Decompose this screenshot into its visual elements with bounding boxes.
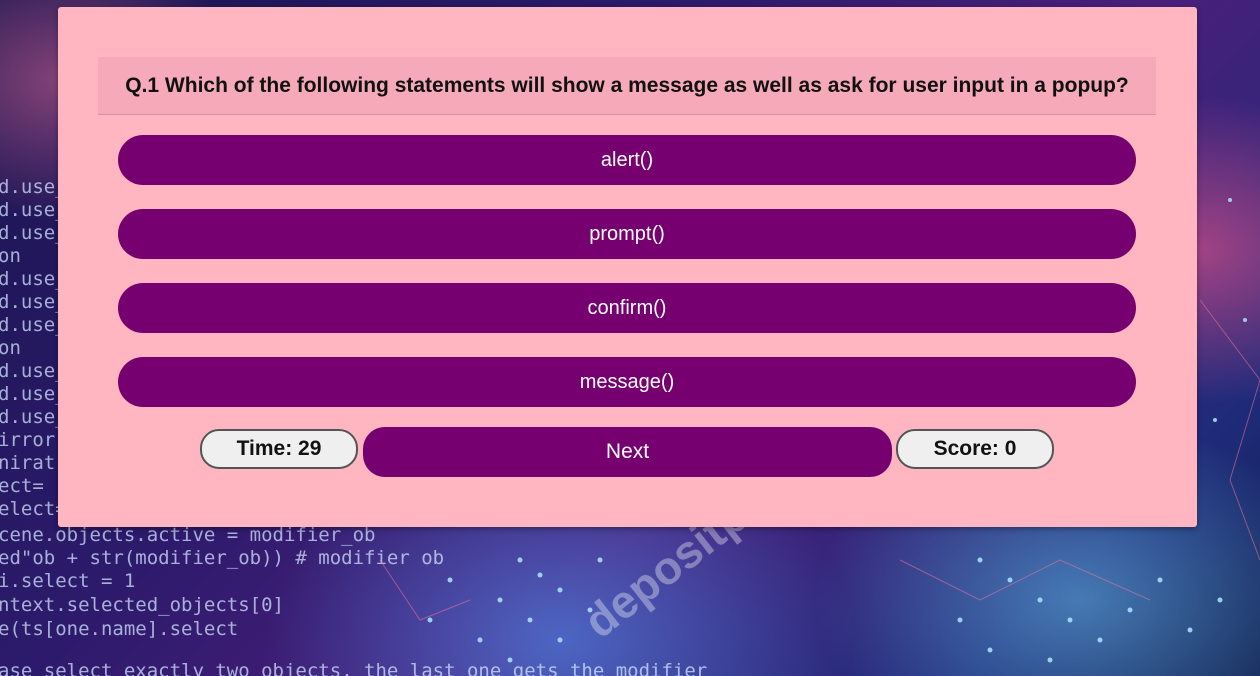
question-header: Q.1 Which of the following statements wi…	[98, 57, 1156, 115]
quiz-card: Q.1 Which of the following statements wi…	[58, 7, 1197, 527]
option-button-message[interactable]: message()	[118, 357, 1136, 407]
option-button-confirm[interactable]: confirm()	[118, 283, 1136, 333]
question-text: Q.1 Which of the following statements wi…	[125, 73, 1129, 97]
timer-display: Time: 29	[200, 429, 358, 469]
next-button[interactable]: Next	[363, 427, 892, 477]
option-button-prompt[interactable]: prompt()	[118, 209, 1136, 259]
score-display: Score: 0	[896, 429, 1054, 469]
option-button-alert[interactable]: alert()	[118, 135, 1136, 185]
